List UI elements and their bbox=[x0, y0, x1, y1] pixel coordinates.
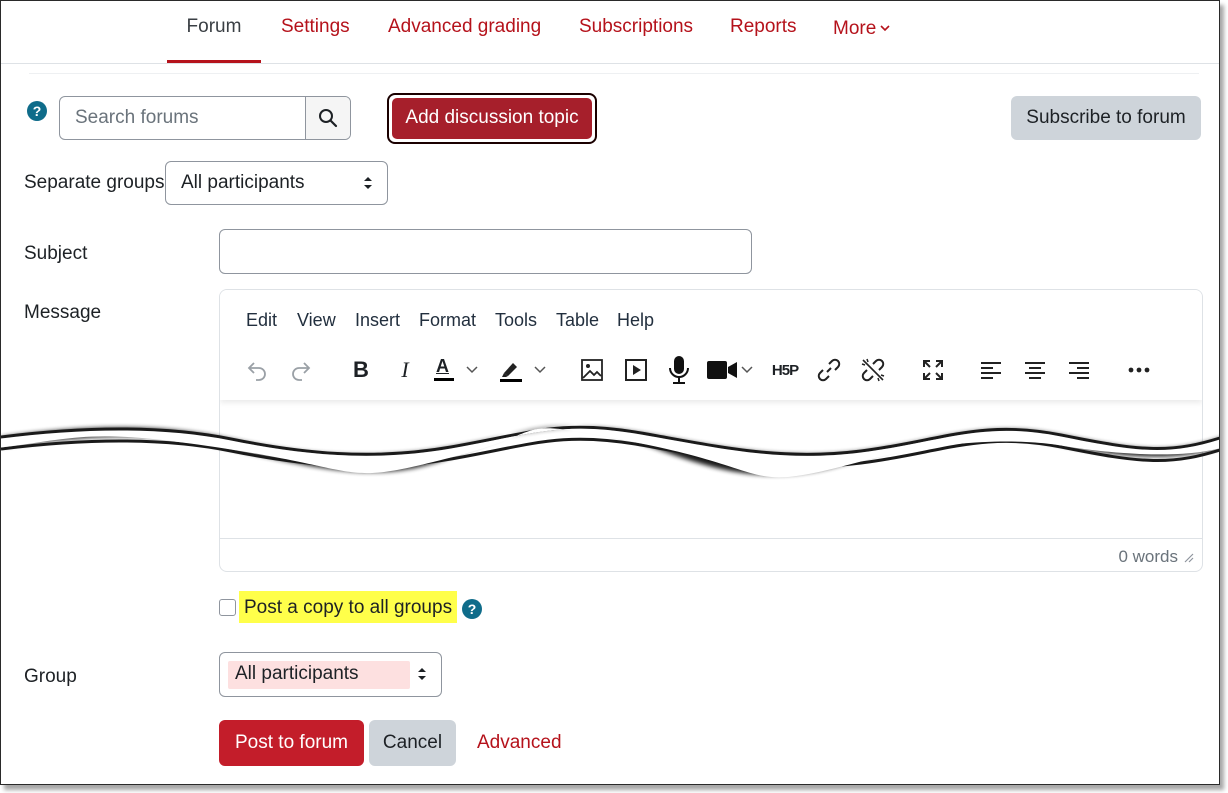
text-color-button[interactable]: A bbox=[432, 354, 488, 386]
record-audio-button[interactable] bbox=[664, 354, 694, 386]
highlight-color-button[interactable] bbox=[498, 354, 554, 386]
menu-tools[interactable]: Tools bbox=[495, 310, 537, 331]
separate-groups-select[interactable]: All participants bbox=[165, 161, 388, 205]
editor-statusbar: 0 words bbox=[220, 538, 1202, 571]
help-icon[interactable]: ? bbox=[27, 101, 47, 121]
fullscreen-icon bbox=[923, 360, 943, 380]
forum-page: Forum Settings Advanced grading Subscrip… bbox=[0, 0, 1220, 785]
select-value: All participants bbox=[181, 172, 305, 193]
cancel-button[interactable]: Cancel bbox=[369, 720, 456, 766]
video-camera-icon bbox=[707, 361, 737, 379]
image-icon bbox=[581, 359, 603, 381]
tab-reports[interactable]: Reports bbox=[730, 1, 797, 63]
group-label: Group bbox=[24, 666, 77, 687]
tab-label: Settings bbox=[281, 16, 350, 37]
search-forums bbox=[59, 96, 351, 140]
secondary-navigation: Forum Settings Advanced grading Subscrip… bbox=[1, 1, 1219, 64]
menu-edit[interactable]: Edit bbox=[246, 310, 277, 331]
menu-insert[interactable]: Insert bbox=[355, 310, 400, 331]
menu-format[interactable]: Format bbox=[419, 310, 476, 331]
search-input[interactable] bbox=[60, 97, 305, 139]
redo-button[interactable] bbox=[286, 354, 316, 386]
group-select[interactable]: All participants bbox=[219, 652, 442, 697]
message-label: Message bbox=[24, 302, 102, 323]
subject-label: Subject bbox=[24, 243, 88, 264]
tab-subscriptions[interactable]: Subscriptions bbox=[579, 1, 693, 63]
tab-settings[interactable]: Settings bbox=[281, 1, 350, 63]
media-button[interactable] bbox=[620, 354, 652, 386]
unlink-icon bbox=[861, 358, 885, 382]
h5p-icon[interactable]: H5P bbox=[766, 354, 804, 386]
unlink-button[interactable] bbox=[858, 354, 888, 386]
tab-label: Subscriptions bbox=[579, 16, 694, 37]
chevron-down-icon bbox=[741, 366, 753, 374]
tab-forum[interactable]: Forum bbox=[167, 1, 261, 63]
text-color-swatch bbox=[434, 378, 454, 381]
search-icon bbox=[319, 109, 338, 128]
align-center-icon bbox=[1025, 362, 1045, 379]
fullscreen-button[interactable] bbox=[918, 354, 948, 386]
post-copy-checkbox[interactable] bbox=[219, 599, 236, 616]
align-left-button[interactable] bbox=[976, 354, 1006, 386]
undo-button[interactable] bbox=[242, 354, 272, 386]
tab-label: Reports bbox=[730, 16, 797, 37]
tab-label: More bbox=[833, 18, 877, 39]
search-button[interactable] bbox=[305, 97, 350, 139]
word-count: 0 words bbox=[1118, 547, 1178, 566]
menu-view[interactable]: View bbox=[297, 310, 336, 331]
align-right-button[interactable] bbox=[1064, 354, 1094, 386]
subscribe-to-forum-button[interactable]: Subscribe to forum bbox=[1011, 96, 1201, 140]
menu-help[interactable]: Help bbox=[617, 310, 654, 331]
undo-icon bbox=[247, 362, 266, 381]
select-value: All participants bbox=[235, 663, 359, 684]
select-caret-icon bbox=[363, 175, 373, 196]
more-toolbar-button[interactable] bbox=[1124, 354, 1154, 386]
menu-table[interactable]: Table bbox=[556, 310, 599, 331]
chevron-down-icon bbox=[466, 366, 478, 374]
tab-label: Forum bbox=[186, 16, 242, 37]
post-copy-label[interactable]: Post a copy to all groups bbox=[239, 591, 458, 623]
select-caret-icon bbox=[417, 666, 427, 687]
advanced-link[interactable]: Advanced bbox=[477, 732, 562, 754]
more-icon bbox=[1128, 367, 1150, 373]
add-discussion-topic-button[interactable]: Add discussion topic bbox=[392, 98, 592, 139]
torn-edge-divider bbox=[1, 425, 1219, 478]
link-button[interactable] bbox=[814, 354, 844, 386]
divider bbox=[29, 73, 1199, 74]
bold-icon[interactable]: B bbox=[346, 354, 376, 386]
align-right-icon bbox=[1069, 362, 1089, 379]
subject-input[interactable] bbox=[219, 229, 752, 274]
align-center-button[interactable] bbox=[1020, 354, 1050, 386]
record-video-button[interactable] bbox=[706, 354, 756, 386]
microphone-icon bbox=[669, 356, 689, 384]
text-color-icon: A bbox=[432, 356, 456, 383]
tab-label: Advanced grading bbox=[388, 16, 542, 37]
redo-icon bbox=[292, 362, 311, 381]
tab-advanced-grading[interactable]: Advanced grading bbox=[388, 1, 541, 63]
post-to-forum-button[interactable]: Post to forum bbox=[219, 720, 364, 766]
image-button[interactable] bbox=[576, 354, 608, 386]
text-color-glyph: A bbox=[436, 356, 449, 376]
help-icon[interactable]: ? bbox=[462, 599, 482, 619]
resize-handle-icon[interactable] bbox=[1184, 553, 1194, 563]
chevron-down-icon bbox=[880, 1, 890, 53]
align-left-icon bbox=[981, 362, 1001, 379]
tab-more[interactable]: More bbox=[833, 1, 890, 63]
italic-icon[interactable]: I bbox=[390, 354, 420, 386]
separate-groups-label: Separate groups bbox=[24, 172, 165, 193]
add-discussion-topic-focus-ring: Add discussion topic bbox=[387, 93, 597, 144]
editor-header: Edit View Insert Format Tools Table Help… bbox=[220, 290, 1202, 400]
chevron-down-icon bbox=[534, 366, 546, 374]
link-icon bbox=[817, 358, 841, 382]
media-icon bbox=[625, 359, 647, 381]
highlight-color-icon bbox=[500, 363, 522, 382]
